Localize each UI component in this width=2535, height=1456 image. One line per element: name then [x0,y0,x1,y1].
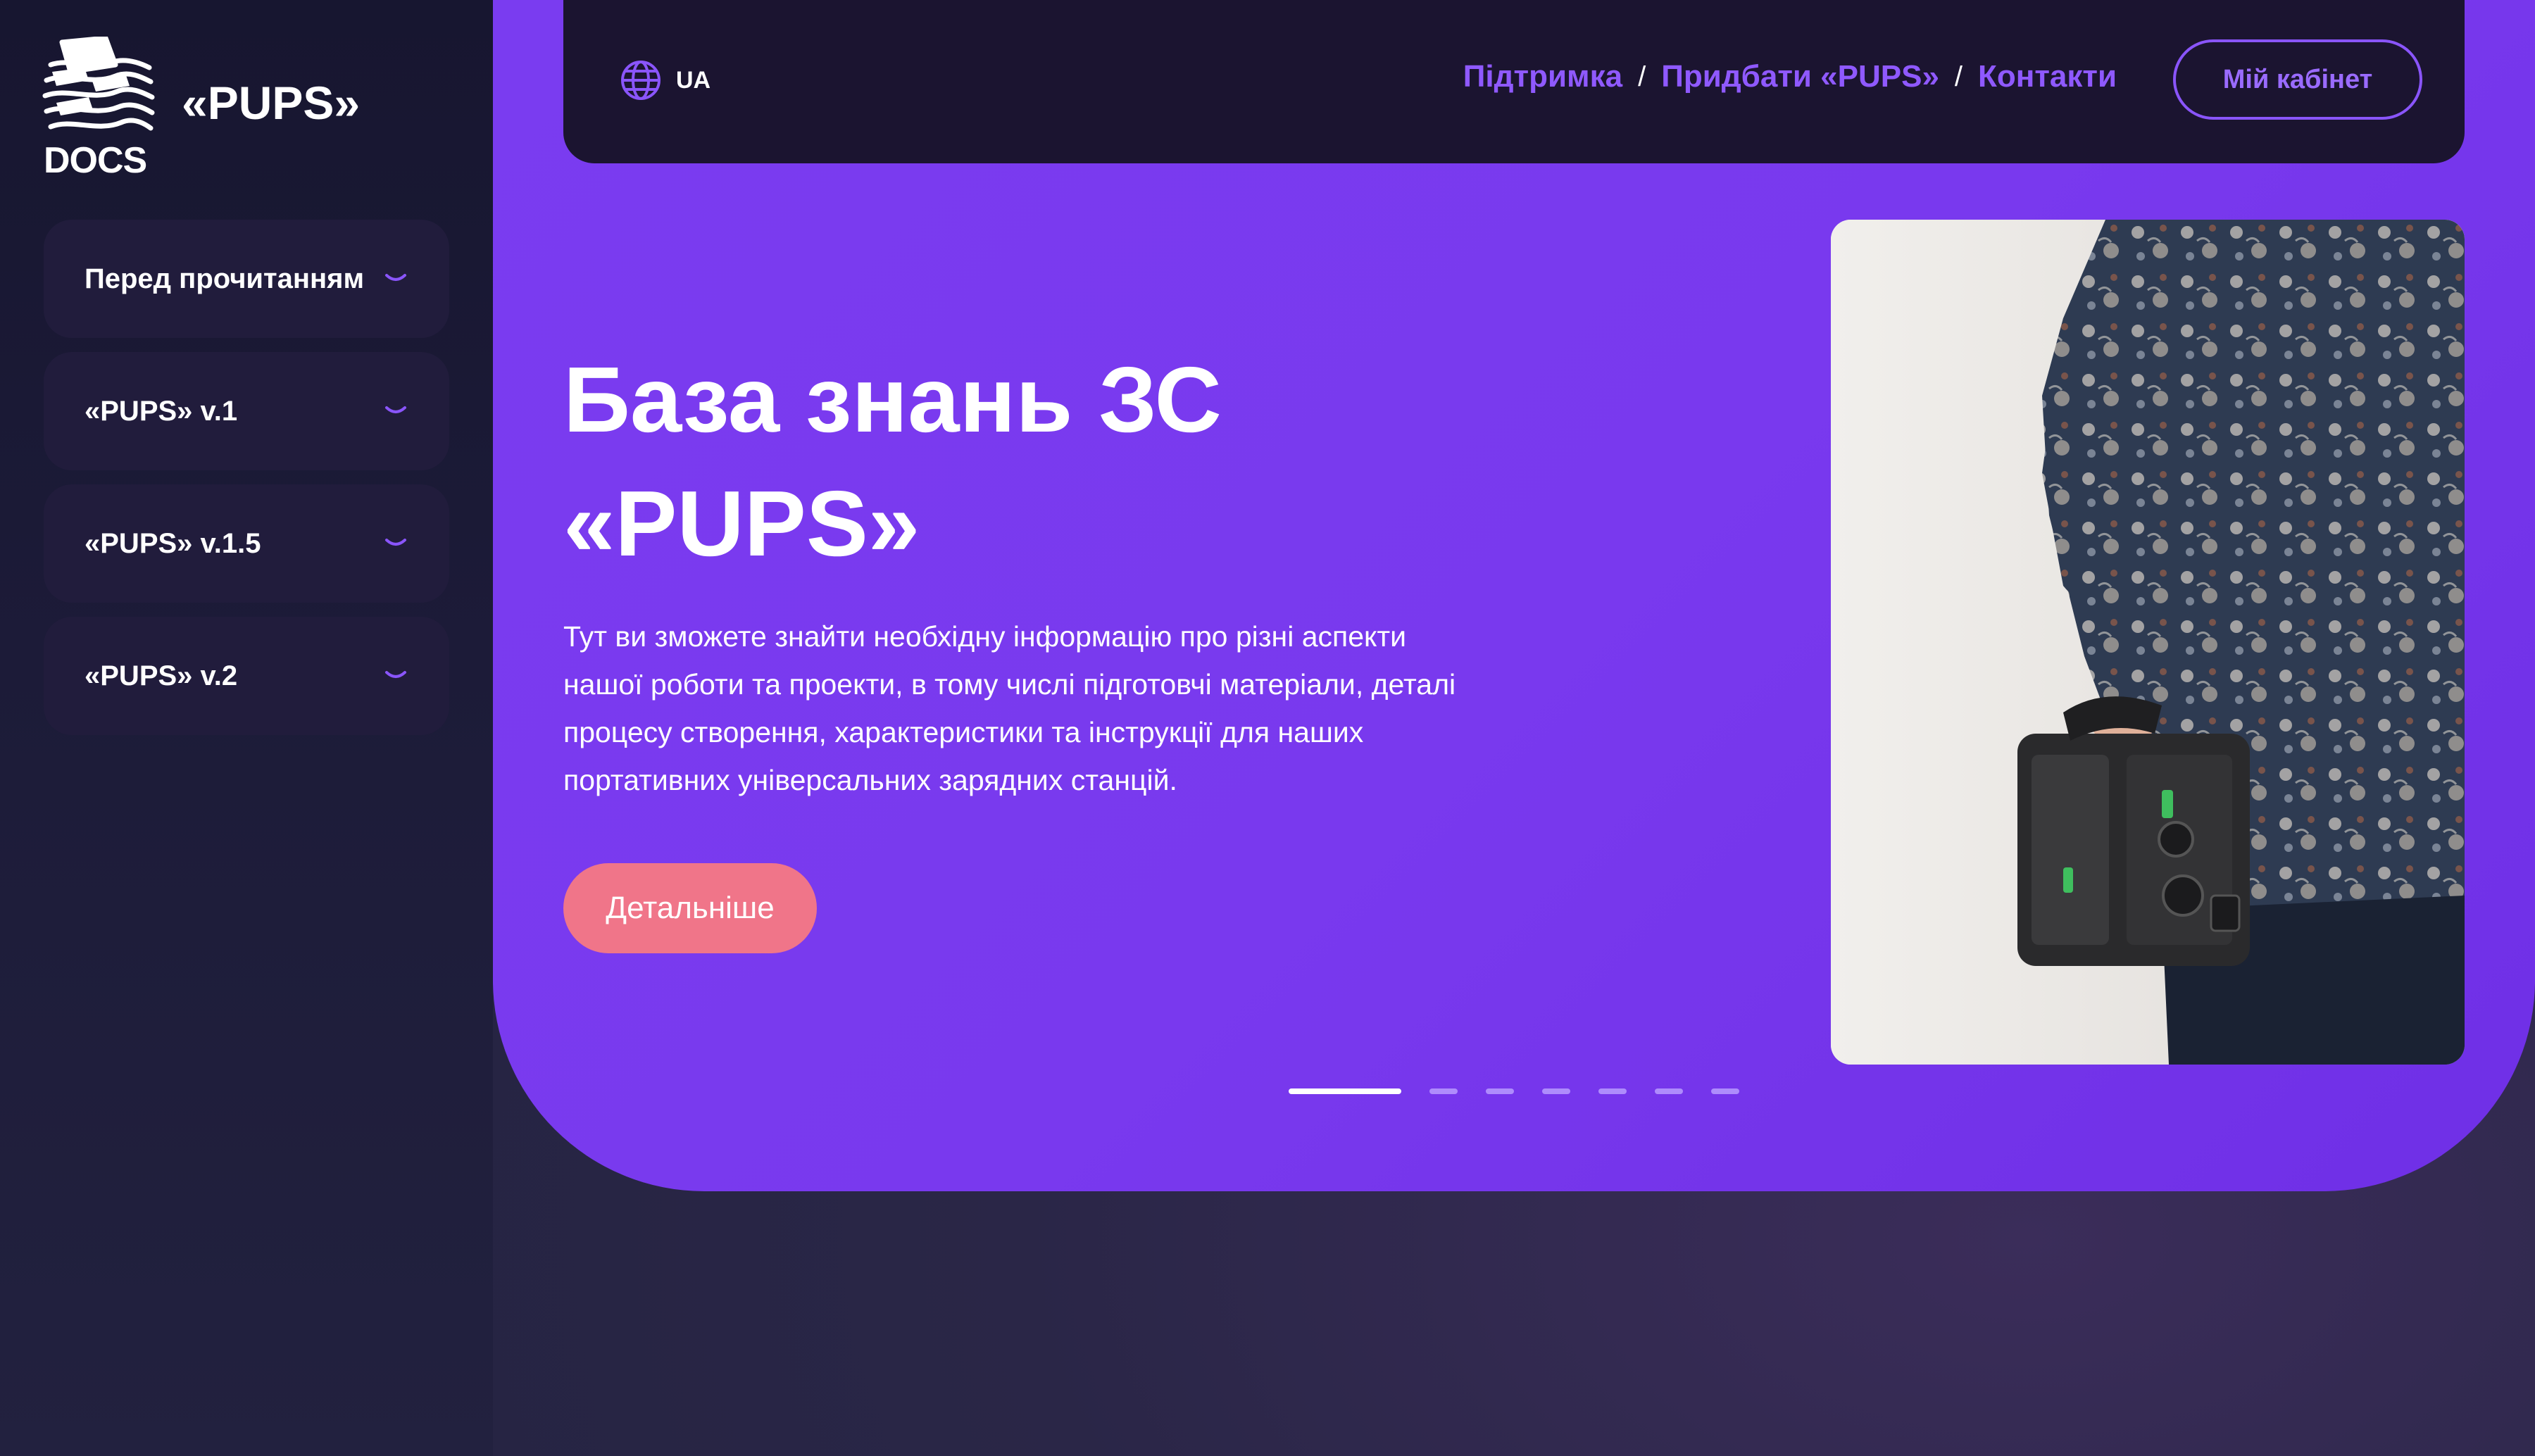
chevron-down-icon [385,274,406,281]
slider-dot-3[interactable] [1486,1088,1514,1094]
sidebar-item-pups-v1-5[interactable]: «PUPS» v.1.5 [44,484,449,603]
top-bar: UA Підтримка / Придбати «PUPS» / Контакт… [563,0,2465,163]
slider-dot-5[interactable] [1598,1088,1627,1094]
hero-description: Тут ви зможете знайти необхідну інформац… [563,620,1456,796]
my-cabinet-button[interactable]: Мій кабінет [2173,39,2422,120]
paper-stack-icon [42,35,155,131]
nav-link-contacts[interactable]: Контакти [1978,59,2117,94]
sidebar-item-label: «PUPS» v.1 [84,395,238,427]
logo-text: DOCS [44,140,147,181]
language-switcher[interactable]: UA [620,59,711,101]
nav-link-buy[interactable]: Придбати «PUPS» [1661,59,1939,94]
sidebar-item-pups-v1[interactable]: «PUPS» v.1 [44,352,449,470]
slider-dot-6[interactable] [1655,1088,1683,1094]
brand-name[interactable]: «PUPS» [182,76,360,130]
hero-title-line-1: База знань ЗС [563,348,1222,451]
sidebar-item-before-reading[interactable]: Перед прочитанням [44,220,449,338]
top-nav: Підтримка / Придбати «PUPS» / Контакти [1463,59,2117,94]
docs-logo[interactable]: DOCS [42,35,155,181]
language-label: UA [676,66,711,94]
chevron-down-icon [385,671,406,678]
chevron-down-icon [385,406,406,413]
hero-photo [1831,220,2465,1065]
slider-dot-1[interactable] [1289,1088,1401,1094]
sidebar-item-label: «PUPS» v.2 [84,660,238,691]
sidebar-item-label: Перед прочитанням [84,263,365,294]
sidebar: DOCS «PUPS» Перед прочитанням «PUPS» v.1… [0,0,493,1456]
globe-icon [621,61,661,100]
person-with-power-station-image [1831,220,2465,1065]
slider-dot-7[interactable] [1711,1088,1739,1094]
slider-pagination [1289,1088,1767,1094]
hero-title-line-2: «PUPS» [563,472,920,575]
sidebar-item-label: «PUPS» v.1.5 [84,527,261,559]
nav-link-support[interactable]: Підтримка [1463,59,1622,94]
hero-title: База знань ЗС «PUPS» [563,338,1620,586]
slider-dot-2[interactable] [1429,1088,1458,1094]
details-button[interactable]: Детальніше [563,863,817,953]
nav-separator: / [1638,61,1646,92]
slider-dot-4[interactable] [1542,1088,1570,1094]
sidebar-menu: Перед прочитанням «PUPS» v.1 «PUPS» v.1.… [44,220,449,749]
chevron-down-icon [385,539,406,546]
nav-separator: / [1954,61,1963,92]
sidebar-item-pups-v2[interactable]: «PUPS» v.2 [44,617,449,735]
